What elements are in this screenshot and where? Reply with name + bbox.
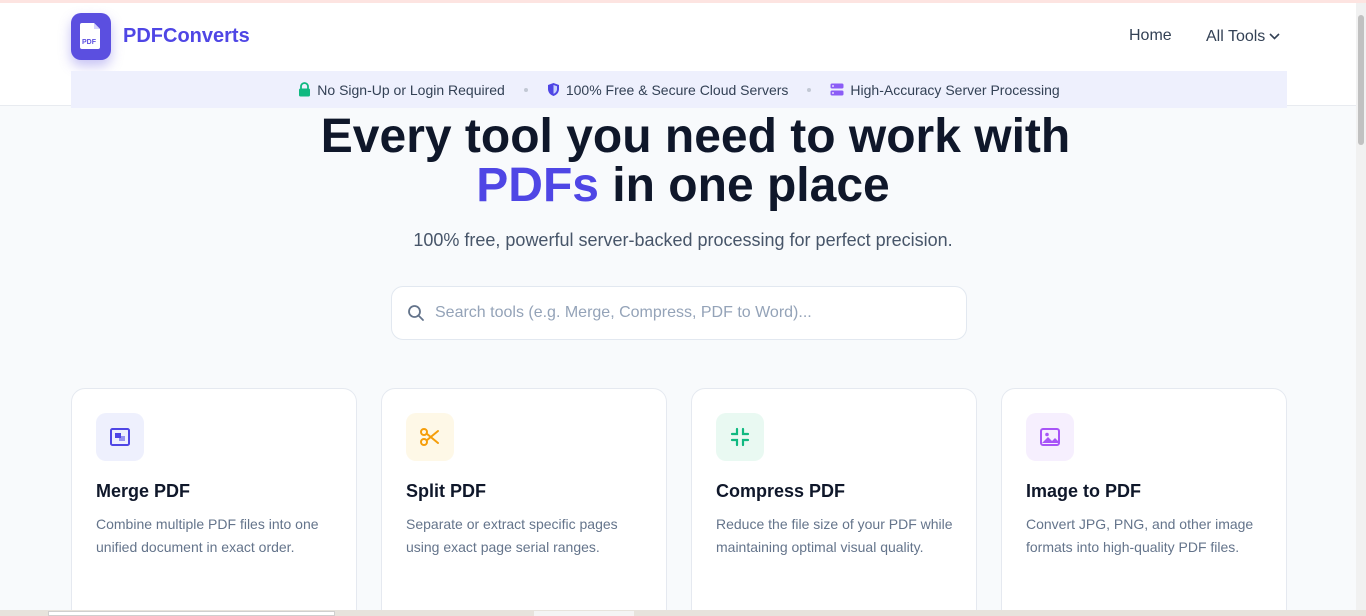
feature-accuracy: High-Accuracy Server Processing: [830, 81, 1060, 98]
hero-headline: Every tool you need to work with PDFs in…: [0, 112, 1366, 210]
hero-line1: Every tool you need to work with: [320, 110, 1071, 163]
tool-title: Merge PDF: [96, 481, 191, 501]
search-box[interactable]: [391, 286, 967, 340]
feature-label: 100% Free & Secure Cloud Servers: [565, 81, 789, 98]
separator-dot: [807, 87, 812, 92]
image-icon: [1026, 413, 1074, 461]
tool-description: Reduce the file size of your PDF while m…: [716, 516, 953, 555]
hero-subtitle: 100% free, powerful server-backed proces…: [413, 230, 953, 250]
tool-card-merge[interactable]: Merge PDF Combine multiple PDF files int…: [71, 388, 357, 616]
logo-text: PDF: [82, 39, 97, 46]
nav-all-tools-dropdown[interactable]: All Tools: [1206, 27, 1280, 46]
server-icon: [830, 83, 844, 96]
feature-no-signup: No Sign-Up or Login Required: [298, 82, 505, 98]
hero-accent: PDFs: [476, 159, 599, 212]
brand-name[interactable]: PDFConverts: [123, 25, 250, 48]
hero-line2-rest: in one place: [598, 159, 890, 212]
feature-label: High-Accuracy Server Processing: [850, 81, 1060, 98]
tool-card-compress[interactable]: Compress PDF Reduce the file size of you…: [691, 388, 977, 616]
scrollbar-thumb[interactable]: [1358, 15, 1364, 145]
bottom-panel-tab[interactable]: [534, 611, 634, 616]
chevron-down-icon: [1269, 27, 1280, 45]
search-input[interactable]: [435, 304, 935, 322]
page-scrollbar[interactable]: [1356, 3, 1366, 616]
shield-icon: [547, 83, 559, 96]
tool-title: Image to PDF: [1026, 481, 1142, 501]
nav-home-link[interactable]: Home: [1129, 27, 1172, 45]
compress-icon: [716, 413, 764, 461]
pdf-file-icon: PDF: [80, 23, 100, 49]
lock-icon: [299, 82, 311, 97]
nav-all-tools-label: All Tools: [1206, 28, 1266, 45]
logo[interactable]: PDF: [71, 13, 111, 60]
tool-description: Convert JPG, PNG, and other image format…: [1026, 516, 1254, 555]
tool-description: Combine multiple PDF files into one unif…: [96, 516, 319, 555]
tool-title: Split PDF: [406, 481, 486, 501]
feature-bar: No Sign-Up or Login Required 100% Free &…: [71, 71, 1287, 108]
scissors-icon: [406, 413, 454, 461]
search-icon: [407, 304, 425, 322]
site-header: PDF PDFConverts Home All Tools No Sign-U…: [0, 3, 1366, 108]
hero-line2: PDFs in one place: [0, 161, 1366, 210]
window-bottom-strip: [0, 610, 1366, 616]
tool-description: Separate or extract specific pages using…: [406, 516, 618, 555]
merge-icon: [96, 413, 144, 461]
bottom-panel-tab[interactable]: [48, 611, 335, 616]
feature-free-secure: 100% Free & Secure Cloud Servers: [547, 81, 789, 98]
tool-card-split[interactable]: Split PDF Separate or extract specific p…: [381, 388, 667, 616]
tool-card-image-to-pdf[interactable]: Image to PDF Convert JPG, PNG, and other…: [1001, 388, 1287, 616]
feature-label: No Sign-Up or Login Required: [317, 81, 505, 98]
tool-title: Compress PDF: [716, 481, 846, 501]
separator-dot: [523, 87, 528, 92]
